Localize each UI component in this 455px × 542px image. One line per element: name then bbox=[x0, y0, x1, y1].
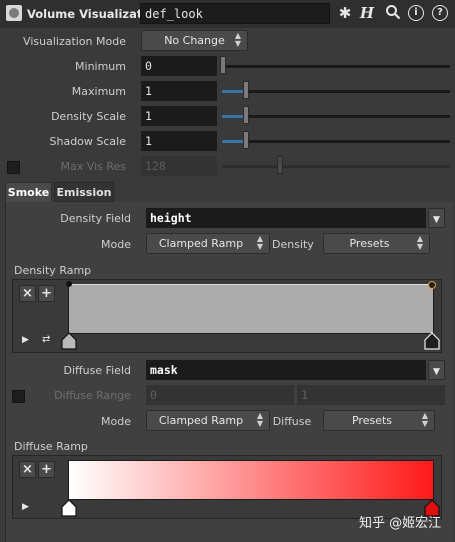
minimum-input[interactable]: 0 bbox=[141, 56, 217, 76]
diffuse-presets-value: Presets bbox=[351, 414, 393, 427]
max-vis-res-slider-handle[interactable] bbox=[277, 156, 283, 174]
maximum-slider-track[interactable] bbox=[222, 90, 450, 93]
shadow-scale-slider-track[interactable] bbox=[222, 140, 450, 143]
diffuse-preset-label: Diffuse bbox=[272, 415, 312, 428]
node-type-icon bbox=[6, 5, 22, 21]
diffuse-field-menu-button[interactable]: ▼ bbox=[428, 360, 445, 380]
density-ramp-graph[interactable] bbox=[68, 284, 434, 334]
density-ramp-curve bbox=[69, 284, 433, 285]
diffuse-mode-label: Mode bbox=[101, 415, 131, 428]
cycle-icon[interactable]: ⇄ bbox=[42, 334, 50, 345]
info-icon[interactable]: i bbox=[408, 5, 424, 21]
density-preset-label: Density bbox=[272, 238, 314, 251]
maximum-slider-fill bbox=[222, 90, 245, 93]
shadow-scale-label: Shadow Scale bbox=[49, 135, 127, 148]
density-ramp-key-end[interactable] bbox=[424, 332, 440, 350]
help-question-icon[interactable]: ? bbox=[432, 5, 448, 21]
density-presets-value: Presets bbox=[349, 237, 390, 250]
search-icon[interactable] bbox=[384, 4, 402, 22]
updown-arrows-icon: ▲ ▼ bbox=[421, 411, 428, 428]
density-mode-label: Mode bbox=[101, 238, 131, 251]
density-field-menu-button[interactable]: ▼ bbox=[428, 208, 445, 228]
density-scale-label: Density Scale bbox=[51, 110, 126, 123]
diffuse-range-max-input[interactable]: 1 bbox=[297, 385, 445, 405]
ramp-add-key-button[interactable]: + bbox=[38, 461, 55, 478]
max-vis-res-slider-track[interactable] bbox=[222, 165, 450, 168]
viz-mode-value: No Change bbox=[164, 34, 225, 47]
density-scale-slider-fill bbox=[222, 115, 245, 118]
tab-smoke[interactable]: Smoke bbox=[5, 182, 52, 202]
watermark-text: 知乎 @姬宏江 bbox=[359, 516, 442, 531]
minimum-label: Minimum bbox=[75, 60, 126, 73]
maximum-input[interactable]: 1 bbox=[141, 81, 217, 101]
diffuse-ramp-key-start[interactable] bbox=[61, 499, 77, 517]
gear-icon[interactable]: ✱ bbox=[336, 4, 354, 22]
ramp-add-key-button[interactable]: + bbox=[38, 285, 55, 302]
shadow-scale-slider-fill bbox=[222, 140, 245, 143]
density-ramp-label: Density Ramp bbox=[14, 264, 92, 277]
expand-triangle-icon[interactable]: ▶ bbox=[22, 335, 29, 345]
diffuse-mode-value: Clamped Ramp bbox=[158, 414, 244, 427]
density-mode-dropdown[interactable]: Clamped Ramp ▲ ▼ bbox=[146, 233, 270, 254]
chevron-down-icon: ▼ bbox=[433, 367, 440, 377]
ramp-remove-key-button[interactable]: × bbox=[19, 285, 36, 302]
minimum-slider-track[interactable] bbox=[222, 65, 450, 68]
density-scale-input[interactable]: 1 bbox=[141, 106, 217, 126]
diffuse-ramp-gradient[interactable] bbox=[68, 460, 434, 500]
density-scale-slider-handle[interactable] bbox=[243, 106, 249, 124]
updown-arrows-icon: ▲ ▼ bbox=[256, 411, 263, 428]
minimum-slider-handle[interactable] bbox=[220, 56, 226, 74]
density-mode-value: Clamped Ramp bbox=[158, 237, 244, 250]
ramp-remove-key-button[interactable]: × bbox=[19, 461, 36, 478]
diffuse-range-label: Diffuse Range bbox=[54, 389, 131, 402]
maximum-slider-handle[interactable] bbox=[243, 81, 249, 99]
viz-mode-dropdown[interactable]: No Change ▲ ▼ bbox=[141, 30, 248, 51]
diffuse-mode-dropdown[interactable]: Clamped Ramp ▲ ▼ bbox=[146, 410, 270, 431]
chevron-down-icon: ▼ bbox=[433, 215, 440, 225]
diffuse-field-label: Diffuse Field bbox=[63, 364, 131, 377]
density-presets-dropdown[interactable]: Presets ▲ ▼ bbox=[323, 233, 430, 254]
density-field-input[interactable]: height bbox=[146, 208, 426, 228]
diffuse-presets-dropdown[interactable]: Presets ▲ ▼ bbox=[323, 410, 435, 431]
shadow-scale-input[interactable]: 1 bbox=[141, 131, 217, 151]
diffuse-ramp-label: Diffuse Ramp bbox=[14, 440, 88, 453]
node-name-input[interactable]: def_look bbox=[140, 3, 330, 24]
updown-arrows-icon: ▲ ▼ bbox=[256, 234, 263, 251]
updown-arrows-icon: ▲ ▼ bbox=[416, 234, 423, 251]
density-scale-slider-track[interactable] bbox=[222, 115, 450, 118]
maximum-label: Maximum bbox=[71, 85, 126, 98]
density-ramp-key-start[interactable] bbox=[61, 332, 77, 350]
viz-mode-label: Visualization Mode bbox=[23, 35, 126, 48]
updown-arrows-icon: ▲ ▼ bbox=[234, 31, 241, 48]
diffuse-range-min-input[interactable]: 0 bbox=[146, 385, 294, 405]
density-ramp-point-end[interactable] bbox=[428, 281, 436, 289]
diffuse-field-input[interactable]: mask bbox=[146, 360, 426, 380]
shadow-scale-slider-handle[interactable] bbox=[243, 131, 249, 149]
density-field-label: Density Field bbox=[60, 212, 131, 225]
max-vis-res-label: Max Vis Res bbox=[60, 160, 126, 173]
max-vis-res-input[interactable]: 128 bbox=[141, 156, 217, 176]
expand-triangle-icon[interactable]: ▶ bbox=[22, 502, 29, 512]
density-ramp-point-start[interactable] bbox=[66, 281, 72, 287]
tab-emission[interactable]: Emission bbox=[54, 182, 114, 202]
help-h-icon[interactable]: H bbox=[358, 4, 376, 22]
